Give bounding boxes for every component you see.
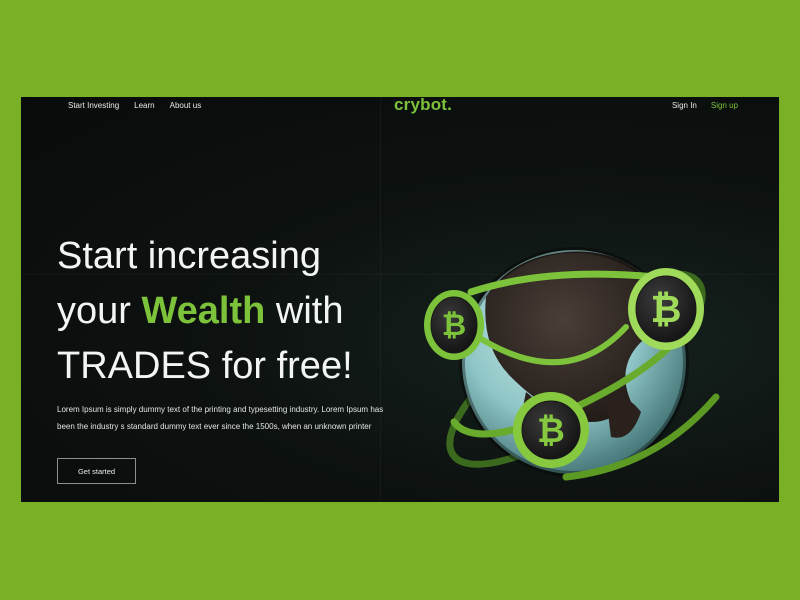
headline-accent-word: Wealth	[141, 290, 266, 332]
nav-about-us[interactable]: About us	[170, 101, 202, 110]
hero-headline: Start increasing your Wealth with TRADES…	[57, 229, 417, 394]
auth-nav: Sign In Sign up	[672, 101, 738, 110]
landing-page: Start Investing Learn About us crybot. S…	[21, 97, 779, 502]
svg-text:₿: ₿	[442, 308, 466, 343]
primary-nav: Start Investing Learn About us	[68, 101, 201, 110]
get-started-button[interactable]: Get started	[57, 458, 136, 484]
headline-line-2-suffix: with	[265, 290, 344, 332]
headline-line-1: Start increasing	[57, 235, 322, 277]
bitcoin-coin-icon: ₿	[628, 268, 704, 350]
headline-line-2-prefix: your	[57, 290, 142, 332]
sign-in-link[interactable]: Sign In	[672, 101, 697, 110]
bitcoin-coin-icon: ₿	[424, 290, 484, 360]
nav-learn[interactable]: Learn	[134, 101, 154, 110]
svg-text:₿: ₿	[651, 287, 682, 331]
headline-line-3: TRADES for free!	[57, 345, 353, 387]
svg-text:₿: ₿	[537, 411, 565, 451]
nav-start-investing[interactable]: Start Investing	[68, 101, 119, 110]
sign-up-link[interactable]: Sign up	[711, 101, 738, 110]
brand-logo[interactable]: crybot.	[394, 97, 452, 115]
hero-description: Lorem Ipsum is simply dummy text of the …	[57, 405, 384, 431]
bitcoin-coin-icon: ₿	[513, 392, 589, 468]
